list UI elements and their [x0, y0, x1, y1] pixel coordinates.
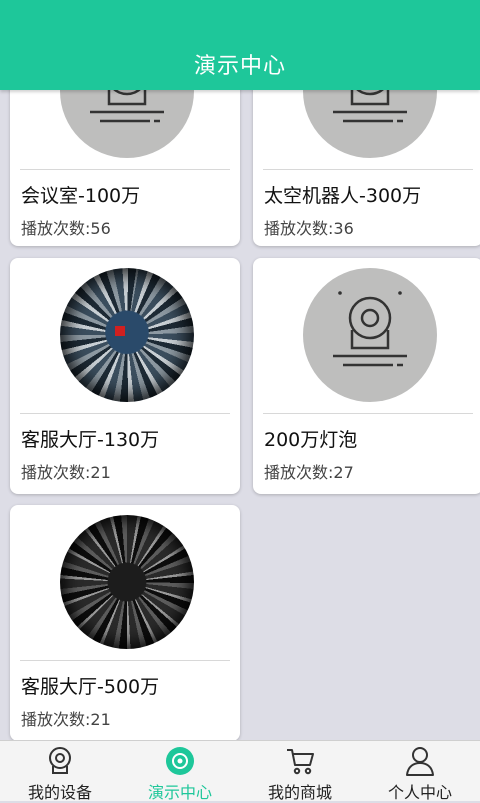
fisheye-preview-thumbnail — [60, 515, 194, 649]
tab-label: 演示中心 — [147, 783, 212, 802]
video-card[interactable]: 200万灯泡 播放次数:27 — [253, 258, 480, 494]
tab-my-devices[interactable]: 我的设备 — [0, 741, 120, 802]
cart-icon — [287, 749, 314, 775]
tab-profile[interactable]: 个人中心 — [360, 741, 480, 802]
card-divider — [20, 169, 230, 170]
preview-marker — [115, 326, 125, 336]
card-divider — [263, 169, 473, 170]
video-card[interactable]: 客服大厅-500万 播放次数:21 — [10, 505, 240, 740]
card-divider — [20, 413, 230, 414]
demo-list[interactable]: 会议室-100万 播放次数:56 太空机器人-300万 播放次数:36 客服大厅… — [0, 0, 480, 740]
tab-label: 个人中心 — [387, 783, 452, 802]
video-name: 会议室-100万 — [21, 185, 141, 207]
camera-placeholder-thumbnail — [303, 268, 437, 402]
tab-demo-center[interactable]: 演示中心 — [120, 741, 240, 802]
video-name: 太空机器人-300万 — [264, 185, 422, 207]
app-header: 演示中心 — [0, 0, 480, 90]
video-name: 客服大厅-500万 — [21, 676, 160, 698]
page-title: 演示中心 — [193, 54, 286, 79]
demo-icon — [166, 747, 194, 775]
person-icon — [406, 747, 434, 776]
bottom-tab-bar: 我的设备 演示中心 我的商城 个人中心 — [0, 740, 480, 802]
camera-icon — [333, 291, 407, 367]
tab-my-store[interactable]: 我的商城 — [240, 741, 360, 802]
fisheye-preview-thumbnail — [60, 268, 194, 402]
tab-label: 我的商城 — [267, 783, 332, 802]
play-count: 播放次数:21 — [21, 710, 111, 729]
video-card[interactable]: 客服大厅-130万 播放次数:21 — [10, 258, 240, 494]
video-name: 客服大厅-130万 — [21, 429, 160, 451]
play-count: 播放次数:36 — [264, 219, 354, 238]
play-count: 播放次数:27 — [264, 463, 354, 482]
card-divider — [20, 660, 230, 661]
play-count: 播放次数:56 — [21, 219, 111, 238]
video-name: 200万灯泡 — [264, 429, 358, 451]
camera-icon — [49, 747, 71, 774]
tab-label: 我的设备 — [27, 783, 92, 802]
card-divider — [263, 413, 473, 414]
play-count: 播放次数:21 — [21, 463, 111, 482]
